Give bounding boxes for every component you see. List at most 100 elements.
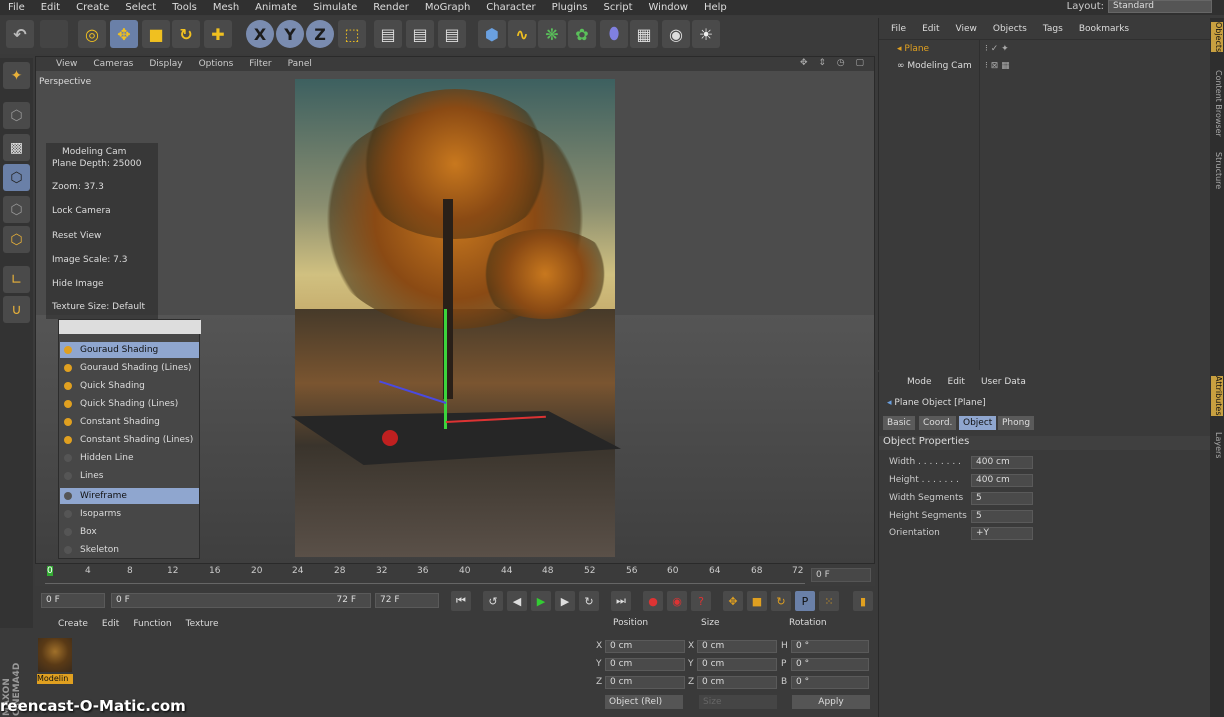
menu-item-box[interactable]: Box (60, 524, 199, 540)
attr-menu-user-data[interactable]: User Data (973, 377, 1034, 387)
move-tool-icon[interactable]: ✥ (110, 20, 138, 48)
menu-script[interactable]: Script (596, 2, 641, 13)
vp-menu-display[interactable]: Display (141, 59, 190, 69)
rot-p-field[interactable]: 0 ° (791, 658, 869, 671)
y-axis-lock-icon[interactable]: Y (276, 20, 304, 48)
om-menu-edit[interactable]: Edit (914, 24, 947, 34)
menu-item-constant-shading[interactable]: Constant Shading (60, 414, 199, 430)
menu-item-gouraud-shading[interactable]: Gouraud Shading (60, 342, 199, 358)
render-view-icon[interactable]: ▤ (374, 20, 402, 48)
size-z-field[interactable]: 0 cm (697, 676, 777, 689)
previous-keyframe-icon[interactable]: ↺ (483, 591, 503, 611)
menu-animate[interactable]: Animate (247, 2, 305, 13)
texture-mode-icon[interactable]: ▩ (3, 134, 30, 161)
menu-tools[interactable]: Tools (164, 2, 205, 13)
hud-plane-depth[interactable]: Plane Depth: 25000 (52, 159, 141, 169)
key-scale-icon[interactable]: ■ (747, 591, 767, 611)
om-menu-objects[interactable]: Objects (985, 24, 1035, 34)
coordinate-system-icon[interactable]: ⬚ (338, 20, 366, 48)
pos-y-field[interactable]: 0 cm (605, 658, 685, 671)
next-keyframe-icon[interactable]: ↻ (579, 591, 599, 611)
tag-icon[interactable]: ⁝ ⊠ ▦ (985, 61, 1010, 71)
mat-menu-create[interactable]: Create (51, 619, 95, 629)
layout-select[interactable]: Standard (1108, 0, 1212, 13)
key-position-icon[interactable]: ✥ (723, 591, 743, 611)
y-axis-handle[interactable] (444, 309, 447, 429)
hud-hide-image[interactable]: Hide Image (52, 279, 104, 289)
current-frame-field[interactable]: 0 F (811, 568, 871, 582)
menu-item-skeleton[interactable]: Skeleton (60, 542, 199, 558)
model-mode-icon[interactable]: ⬡ (3, 102, 30, 129)
menu-item-wireframe[interactable]: Wireframe (60, 488, 199, 504)
object-mode-icon[interactable]: ⬡ (3, 164, 30, 191)
om-menu-bookmarks[interactable]: Bookmarks (1071, 24, 1137, 34)
spline-icon[interactable]: ∿ (508, 20, 536, 48)
menu-item-lines[interactable]: Lines (60, 468, 199, 484)
scale-tool-icon[interactable]: ■ (142, 20, 170, 48)
size-x-field[interactable]: 0 cm (697, 640, 777, 653)
next-frame-icon[interactable]: ▶ (555, 591, 575, 611)
transform-tool-icon[interactable]: ✚ (204, 20, 232, 48)
prop-orientation-select[interactable]: +Y (971, 527, 1033, 540)
key-pla-icon[interactable]: ⁙ (819, 591, 839, 611)
hud-camera[interactable]: Modeling Cam (62, 147, 126, 157)
live-selection-icon[interactable]: ◎ (78, 20, 106, 48)
key-rotation-icon[interactable]: ↻ (771, 591, 791, 611)
go-to-start-icon[interactable]: ⏮ (451, 591, 471, 611)
hud-reset-view[interactable]: Reset View (52, 231, 101, 241)
menu-mesh[interactable]: Mesh (205, 2, 247, 13)
viewport-perspective[interactable]: View Cameras Display Options Filter Pane… (35, 56, 875, 564)
start-frame-field[interactable]: 0 F (41, 593, 105, 608)
menu-plugins[interactable]: Plugins (544, 2, 596, 13)
cube-primitive-icon[interactable]: ⬢ (478, 20, 506, 48)
make-editable-icon[interactable]: ✦ (3, 62, 30, 89)
hud-texture-size[interactable]: Texture Size: Default (52, 302, 145, 312)
menu-simulate[interactable]: Simulate (305, 2, 365, 13)
vp-menu-cameras[interactable]: Cameras (85, 59, 141, 69)
deformer-icon[interactable]: ⬮ (600, 20, 628, 48)
floor-icon[interactable]: ▦ (630, 20, 658, 48)
array-icon[interactable]: ✿ (568, 20, 596, 48)
om-menu-file[interactable]: File (883, 24, 914, 34)
timeline-ruler[interactable]: 0 4 8 12 16 20 24 28 32 36 40 44 48 52 5… (45, 566, 805, 584)
tab-phong[interactable]: Phong (998, 416, 1035, 430)
rot-b-field[interactable]: 0 ° (791, 676, 869, 689)
side-tab-content-browser[interactable]: Content Browser (1211, 70, 1223, 137)
menu-item-quick-shading[interactable]: Quick Shading (60, 378, 199, 394)
vp-menu-panel[interactable]: Panel (280, 59, 320, 69)
object-row-modeling-cam[interactable]: ∞ Modeling Cam (897, 61, 972, 71)
menu-select[interactable]: Select (117, 2, 164, 13)
key-parameter-icon[interactable]: P (795, 591, 815, 611)
prop-height-field[interactable]: 400 cm (971, 474, 1033, 487)
rotate-tool-icon[interactable]: ↻ (172, 20, 200, 48)
snapping-icon[interactable]: ∪ (3, 296, 30, 323)
pos-x-field[interactable]: 0 cm (605, 640, 685, 653)
menu-create[interactable]: Create (68, 2, 117, 13)
mat-menu-edit[interactable]: Edit (95, 619, 126, 629)
render-settings-icon[interactable]: ▤ (438, 20, 466, 48)
end-frame-field[interactable]: 72 F (375, 593, 439, 608)
coordinate-mode-select[interactable]: Object (Rel) (605, 695, 683, 709)
frame-range-slider[interactable]: 0 F 72 F (111, 593, 371, 608)
menu-item-isoparms[interactable]: Isoparms (60, 506, 199, 522)
prop-height-segments-field[interactable]: 5 (971, 510, 1033, 523)
keyframe-selection-icon[interactable]: ? (691, 591, 711, 611)
side-tab-objects[interactable]: Objects (1211, 22, 1223, 53)
x-axis-lock-icon[interactable]: X (246, 20, 274, 48)
record-keys-icon[interactable]: ● (643, 591, 663, 611)
play-icon[interactable]: ▶ (531, 591, 551, 611)
menu-window[interactable]: Window (641, 2, 696, 13)
menu-file[interactable]: File (0, 2, 33, 13)
menu-edit[interactable]: Edit (33, 2, 68, 13)
om-menu-tags[interactable]: Tags (1035, 24, 1071, 34)
menu-item-constant-shading-lines[interactable]: Constant Shading (Lines) (60, 432, 199, 448)
points-mode-icon[interactable]: ⬡ (3, 196, 30, 223)
vp-menu-options[interactable]: Options (191, 59, 242, 69)
menu-mograph[interactable]: MoGraph (417, 2, 478, 13)
tab-object[interactable]: Object (959, 416, 997, 430)
edges-mode-icon[interactable]: ⬡ (3, 226, 30, 253)
z-axis-lock-icon[interactable]: Z (306, 20, 334, 48)
redo-icon[interactable] (40, 20, 68, 48)
side-tab-layers[interactable]: Layers (1211, 432, 1223, 458)
side-tab-structure[interactable]: Structure (1211, 152, 1223, 189)
